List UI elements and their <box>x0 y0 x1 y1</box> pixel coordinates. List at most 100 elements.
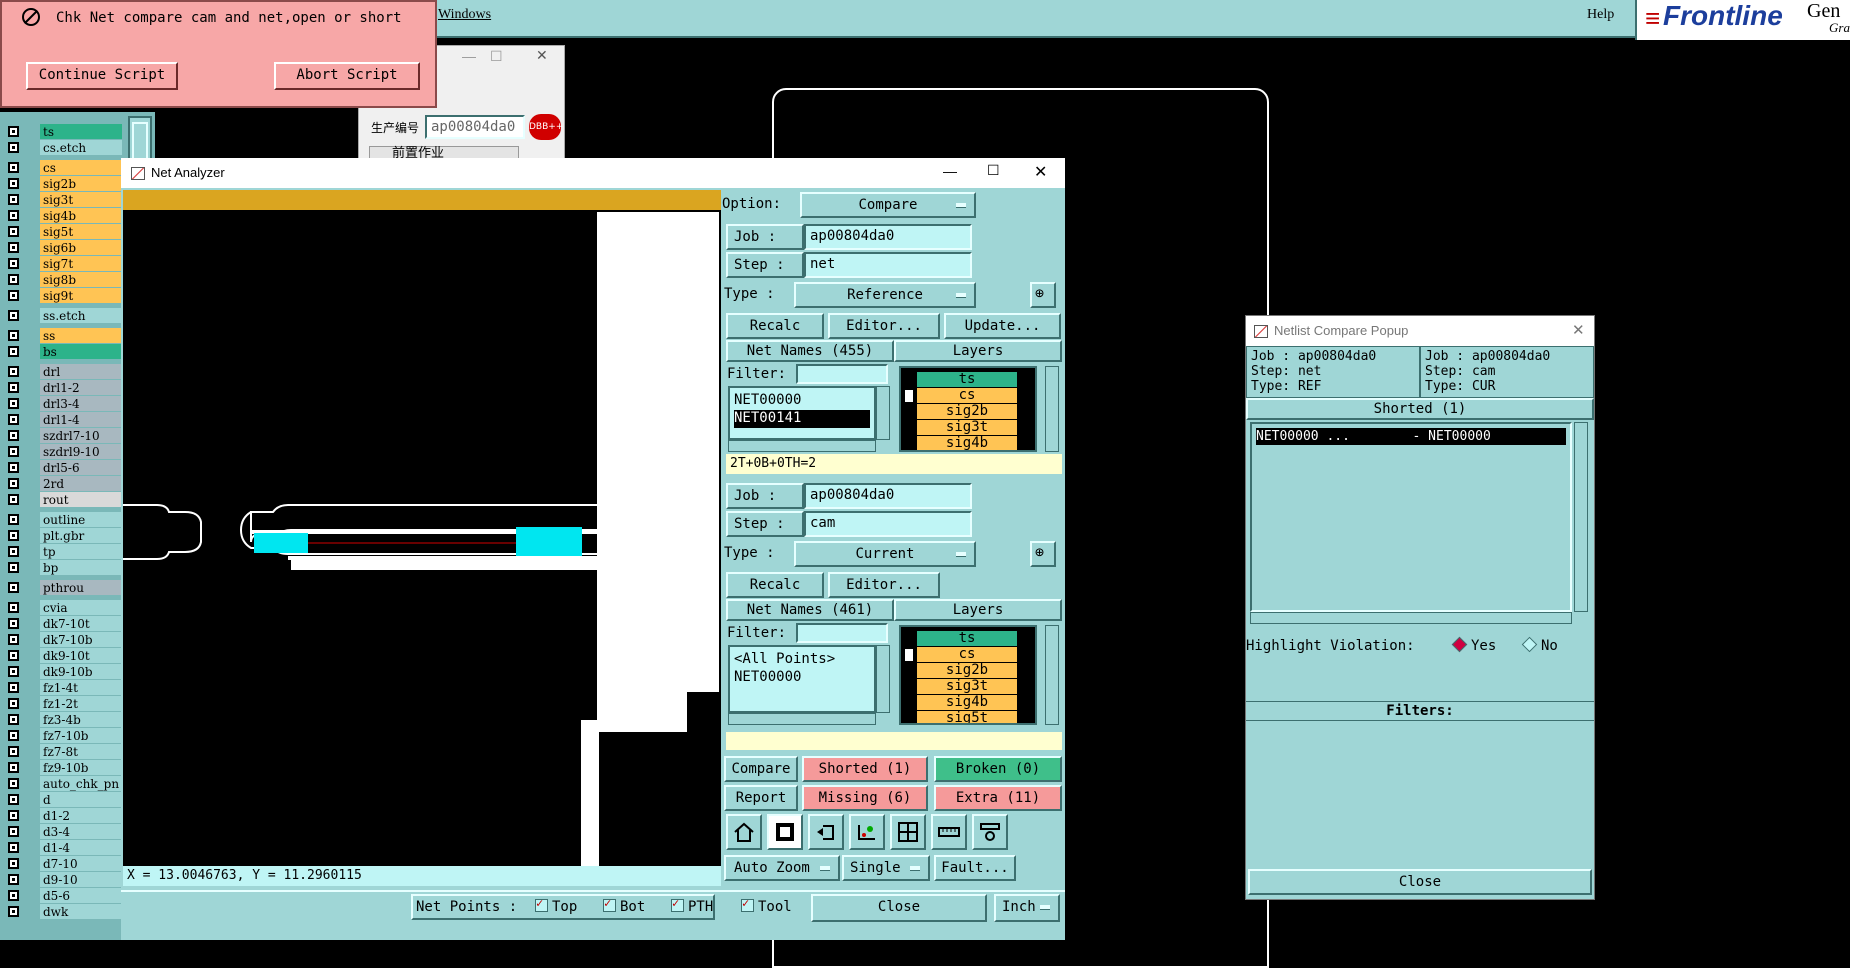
fault-button[interactable]: Fault... <box>934 855 1016 881</box>
layer-row-d5-6[interactable]: d5-6 <box>0 888 125 904</box>
layer-row-plt.gbr[interactable]: plt.gbr <box>0 528 125 544</box>
cur-editor-button[interactable]: Editor... <box>828 572 940 598</box>
windows-menu[interactable]: Windows <box>438 7 491 23</box>
layer-name[interactable]: sig3t <box>40 192 122 207</box>
np-bot-checkbox[interactable]: Bot <box>603 896 645 915</box>
layer-row-d9-10[interactable]: d9-10 <box>0 872 125 888</box>
cur-net-list[interactable]: <All Points> NET00000 <box>728 645 876 713</box>
layer-checkbox[interactable] <box>8 210 19 221</box>
layer-row-auto_chk_pn[interactable]: auto_chk_pn <box>0 776 125 792</box>
layer-row-dk7-10t[interactable]: dk7-10t <box>0 616 125 632</box>
layer-name[interactable]: ts <box>40 124 122 139</box>
layer-row-sig8b[interactable]: sig8b <box>0 272 125 288</box>
layer-name[interactable]: d5-6 <box>40 888 122 903</box>
single-dropdown[interactable]: Single <box>842 855 930 881</box>
layer-checkbox[interactable] <box>8 310 19 321</box>
popup-close-icon[interactable]: ✕ <box>1572 321 1585 339</box>
layer-row-cvia[interactable]: cvia <box>0 600 125 616</box>
layer-scroll-thumb[interactable] <box>132 122 148 162</box>
layer-name[interactable]: dk7-10t <box>40 616 122 631</box>
cur-layer-list[interactable]: ts cs sig2b sig3t sig4b sig5t <box>899 625 1037 725</box>
layer-row-d3-4[interactable]: d3-4 <box>0 824 125 840</box>
layer-checkbox[interactable] <box>8 602 19 613</box>
layer-checkbox[interactable] <box>8 274 19 285</box>
bg-job-field[interactable]: ap00804da0 <box>425 115 525 139</box>
layer-name[interactable]: d7-10 <box>40 856 122 871</box>
layer-checkbox[interactable] <box>8 730 19 741</box>
cur-job-field[interactable]: ap00804da0 <box>804 483 972 509</box>
layer-checkbox[interactable] <box>8 794 19 805</box>
highlight-yes-radio[interactable]: Yes <box>1451 636 1496 654</box>
highlight-tool-button[interactable] <box>767 814 803 850</box>
undo-tool-button[interactable] <box>808 814 844 850</box>
cur-net-item[interactable]: NET00000 <box>734 669 870 687</box>
layer-checkbox[interactable] <box>8 650 19 661</box>
layer-name[interactable]: rout <box>40 492 122 507</box>
layer-checkbox[interactable] <box>8 258 19 269</box>
layer-name[interactable]: d1-2 <box>40 808 122 823</box>
layer-checkbox[interactable] <box>8 414 19 425</box>
layer-name[interactable]: cs.etch <box>40 140 122 155</box>
layer-row-sig3t[interactable]: sig3t <box>0 192 125 208</box>
cur-net-item[interactable]: <All Points> <box>734 651 870 669</box>
layer-name[interactable]: dk9-10b <box>40 664 122 679</box>
layer-name[interactable]: sig4b <box>40 208 122 223</box>
report-button[interactable]: Report <box>724 785 798 811</box>
layer-row-outline[interactable]: outline <box>0 512 125 528</box>
abort-script-button[interactable]: Abort Script <box>274 62 420 90</box>
ruler-tool-button[interactable] <box>931 814 967 850</box>
layer-row-dk7-10b[interactable]: dk7-10b <box>0 632 125 648</box>
layer-name[interactable]: plt.gbr <box>40 528 122 543</box>
layer-checkbox[interactable] <box>8 714 19 725</box>
cur-layer-ts[interactable]: ts <box>917 631 1017 646</box>
layer-row-dk9-10t[interactable]: dk9-10t <box>0 648 125 664</box>
layer-name[interactable]: ss <box>40 328 122 343</box>
layer-name[interactable]: sig5t <box>40 224 122 239</box>
layer-row-fz7-10b[interactable]: fz7-10b <box>0 728 125 744</box>
layer-checkbox[interactable] <box>8 462 19 473</box>
ref-layer-list[interactable]: ts cs sig2b sig3t sig4b <box>899 366 1037 452</box>
layer-row-d1-4[interactable]: d1-4 <box>0 840 125 856</box>
bg-minimize-icon[interactable]: — <box>462 48 476 64</box>
layer-checkbox[interactable] <box>8 514 19 525</box>
ref-zoom-button[interactable]: ⊕ <box>1030 282 1056 308</box>
layer-name[interactable]: fz7-8t <box>40 744 122 759</box>
bg-db-icon[interactable]: DBB++ <box>529 114 563 140</box>
layer-checkbox[interactable] <box>8 778 19 789</box>
np-tool-checkbox[interactable]: Tool <box>741 896 792 915</box>
layer-checkbox[interactable] <box>8 762 19 773</box>
layer-row-d1-2[interactable]: d1-2 <box>0 808 125 824</box>
ref-recalc-button[interactable]: Recalc <box>726 313 824 339</box>
ref-net-item[interactable]: NET00000 <box>734 392 870 410</box>
layer-name[interactable]: cvia <box>40 600 122 615</box>
layer-name[interactable]: dwk <box>40 904 122 919</box>
graphic-canvas[interactable] <box>123 190 721 866</box>
layer-checkbox[interactable] <box>8 398 19 409</box>
ref-step-field[interactable]: net <box>804 252 972 278</box>
popup-close-button[interactable]: Close <box>1248 869 1592 895</box>
layer-name[interactable]: 2rd <box>40 476 122 491</box>
layer-checkbox[interactable] <box>8 618 19 629</box>
extra-button[interactable]: Extra (11) <box>934 785 1062 811</box>
ref-layer-vscroll[interactable] <box>1045 366 1059 452</box>
layer-checkbox[interactable] <box>8 530 19 541</box>
layer-name[interactable]: dk9-10t <box>40 648 122 663</box>
layer-checkbox[interactable] <box>8 810 19 821</box>
layer-name[interactable]: fz1-4t <box>40 680 122 695</box>
cur-layer-vscroll[interactable] <box>1045 625 1059 725</box>
shorted-button[interactable]: Shorted (1) <box>802 756 928 782</box>
layer-name[interactable]: sig6b <box>40 240 122 255</box>
layer-row-tp[interactable]: tp <box>0 544 125 560</box>
layer-checkbox[interactable] <box>8 546 19 557</box>
layer-row-dwk[interactable]: dwk <box>0 904 125 920</box>
layer-checkbox[interactable] <box>8 666 19 677</box>
layer-name[interactable]: fz9-10b <box>40 760 122 775</box>
layer-checkbox[interactable] <box>8 842 19 853</box>
layer-row-drl1-2[interactable]: drl1-2 <box>0 380 125 396</box>
layer-name[interactable]: sig8b <box>40 272 122 287</box>
ref-net-item-selected[interactable]: NET00141 <box>734 410 870 428</box>
layer-checkbox[interactable] <box>8 226 19 237</box>
layer-checkbox[interactable] <box>8 874 19 885</box>
layer-row-cs[interactable]: cs <box>0 160 125 176</box>
layer-checkbox[interactable] <box>8 890 19 901</box>
